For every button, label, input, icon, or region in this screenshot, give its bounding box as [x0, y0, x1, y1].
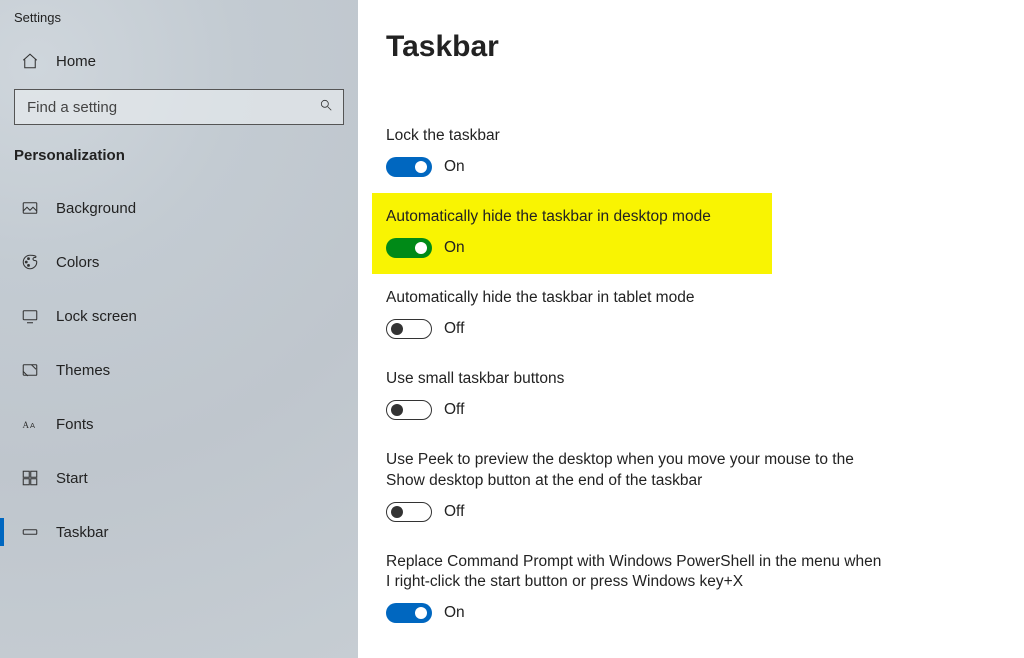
- sidebar-item-label: Lock screen: [56, 308, 137, 325]
- sidebar-item-colors[interactable]: Colors: [12, 242, 346, 282]
- toggle-small-buttons[interactable]: [386, 400, 432, 420]
- toggle-state-label: On: [444, 239, 465, 257]
- start-icon: [18, 469, 42, 487]
- setting-label: Replace Command Prompt with Windows Powe…: [386, 552, 886, 594]
- nav-home-label: Home: [56, 53, 96, 70]
- search-box[interactable]: [14, 89, 344, 125]
- sidebar-item-label: Taskbar: [56, 524, 109, 541]
- palette-icon: [18, 253, 42, 271]
- sidebar-item-start[interactable]: Start: [12, 458, 346, 498]
- settings-window: Settings Home Personalization Background: [0, 0, 1024, 658]
- nav-home[interactable]: Home: [12, 41, 346, 81]
- toggle-powershell-replace[interactable]: [386, 603, 432, 623]
- themes-icon: [18, 361, 42, 379]
- main-content: Taskbar Lock the taskbar On Automatically …: [358, 0, 1024, 658]
- toggle-row: Off: [386, 502, 996, 522]
- toggle-row: On: [386, 238, 772, 258]
- sidebar-item-label: Start: [56, 470, 88, 487]
- toggle-auto-hide-tablet[interactable]: [386, 319, 432, 339]
- setting-label: Automatically hide the taskbar in tablet…: [386, 288, 886, 309]
- toggle-state-label: Off: [444, 320, 464, 338]
- svg-text:A: A: [30, 421, 35, 430]
- setting-label: Lock the taskbar: [386, 126, 886, 147]
- settings-list: Lock the taskbar On Automatically hide the…: [386, 112, 996, 639]
- setting-auto-hide-tablet: Automatically hide the taskbar in tablet…: [386, 274, 996, 355]
- setting-label: Use small taskbar buttons: [386, 369, 886, 390]
- page-title: Taskbar: [386, 30, 996, 64]
- home-icon: [18, 52, 42, 70]
- setting-peek-preview: Use Peek to preview the desktop when you…: [386, 436, 996, 538]
- toggle-row: Off: [386, 319, 996, 339]
- toggle-state-label: Off: [444, 503, 464, 521]
- sidebar-item-label: Background: [56, 200, 136, 217]
- toggle-row: On: [386, 603, 996, 623]
- toggle-row: On: [386, 157, 996, 177]
- sidebar-item-themes[interactable]: Themes: [12, 350, 346, 390]
- toggle-auto-hide-desktop[interactable]: [386, 238, 432, 258]
- svg-text:A: A: [23, 420, 30, 430]
- setting-auto-hide-desktop: Automatically hide the taskbar in deskto…: [372, 193, 772, 274]
- setting-powershell-replace: Replace Command Prompt with Windows Powe…: [386, 538, 996, 640]
- toggle-state-label: On: [444, 158, 465, 176]
- toggle-state-label: On: [444, 604, 465, 622]
- setting-label: Automatically hide the taskbar in deskto…: [386, 207, 772, 228]
- sidebar-item-label: Themes: [56, 362, 110, 379]
- setting-small-buttons: Use small taskbar buttons Off: [386, 355, 996, 436]
- toggle-state-label: Off: [444, 401, 464, 419]
- setting-label: Use Peek to preview the desktop when you…: [386, 450, 886, 492]
- search-icon: [319, 98, 333, 117]
- toggle-lock-taskbar[interactable]: [386, 157, 432, 177]
- sidebar-item-background[interactable]: Background: [12, 188, 346, 228]
- lock-screen-icon: [18, 307, 42, 325]
- taskbar-icon: [18, 523, 42, 541]
- search-row: [12, 89, 346, 141]
- toggle-peek-preview[interactable]: [386, 502, 432, 522]
- setting-lock-taskbar: Lock the taskbar On: [386, 112, 996, 193]
- sidebar-item-label: Colors: [56, 254, 99, 271]
- image-icon: [18, 199, 42, 217]
- sidebar-item-label: Fonts: [56, 416, 94, 433]
- sidebar-item-lock-screen[interactable]: Lock screen: [12, 296, 346, 336]
- search-input[interactable]: [25, 98, 319, 117]
- fonts-icon: AA: [18, 415, 42, 433]
- toggle-row: Off: [386, 400, 996, 420]
- sidebar-item-taskbar[interactable]: Taskbar: [12, 512, 346, 552]
- sidebar-category: Personalization: [12, 141, 346, 178]
- sidebar: Settings Home Personalization Background: [0, 0, 358, 658]
- sidebar-nav-list: Background Colors Lock screen Themes: [12, 188, 346, 552]
- sidebar-item-fonts[interactable]: AA Fonts: [12, 404, 346, 444]
- app-title: Settings: [12, 8, 346, 41]
